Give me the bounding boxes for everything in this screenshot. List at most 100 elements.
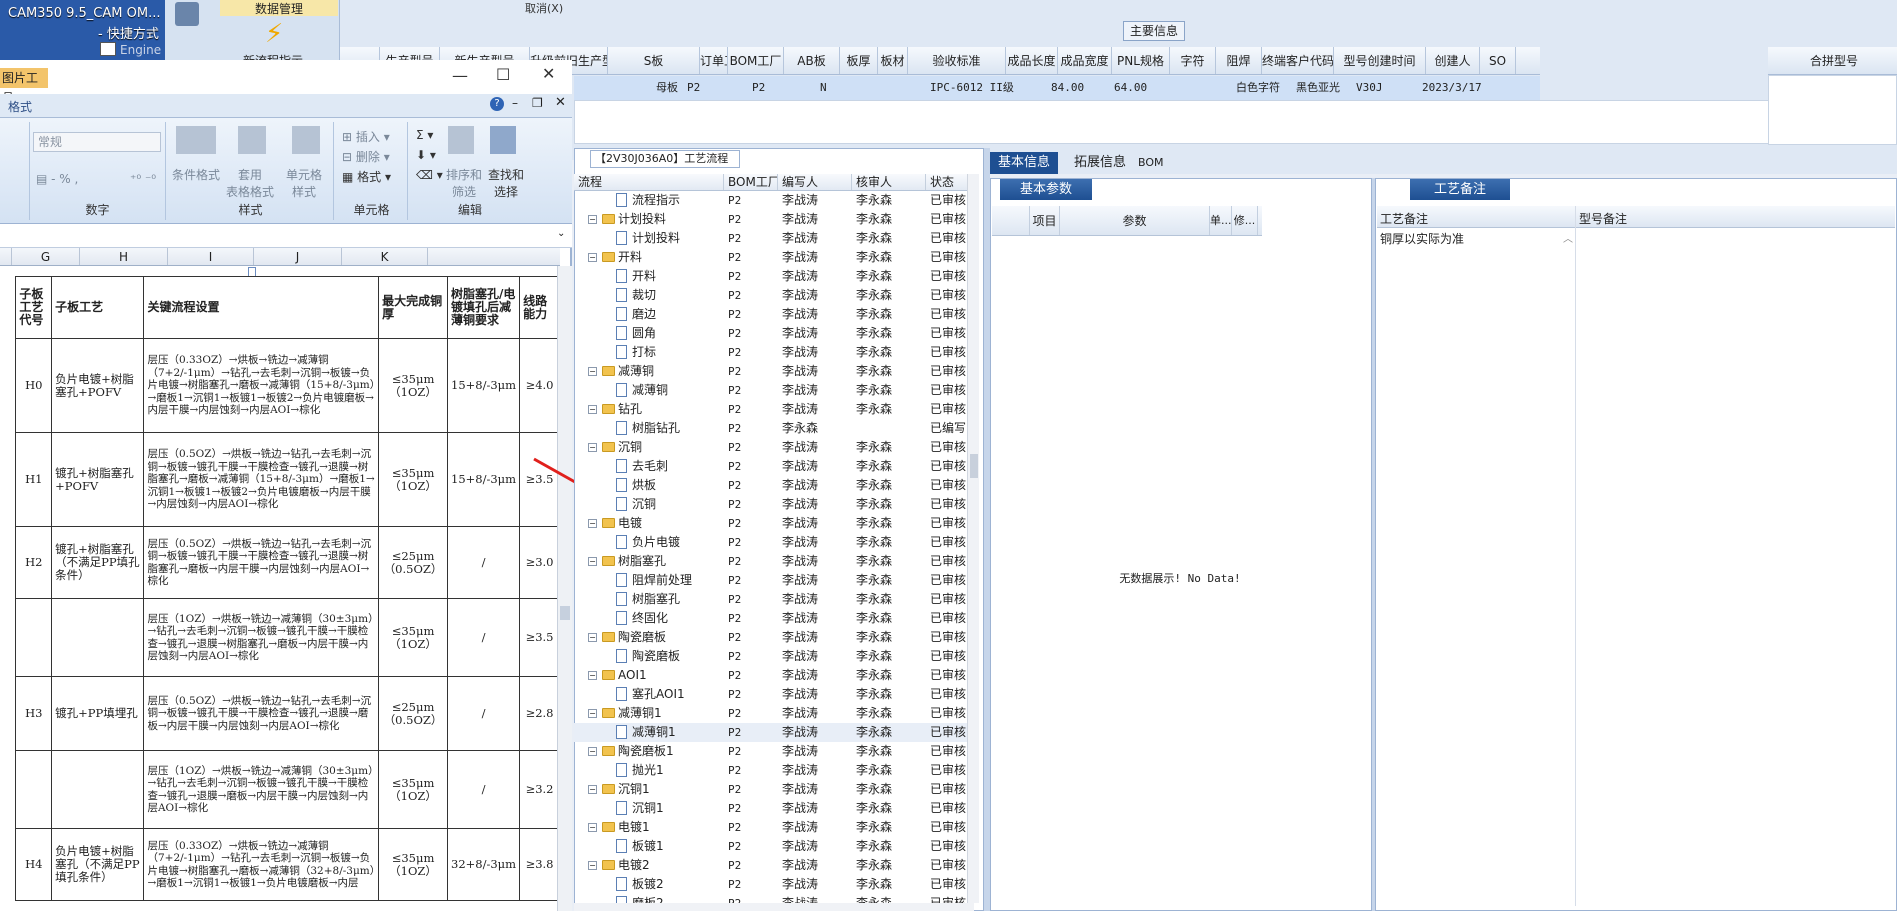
collapse-icon[interactable]: −	[588, 519, 597, 528]
main-cell-board[interactable]: 母板	[574, 76, 684, 100]
process-step-label[interactable]: 阻焊前处理	[632, 571, 692, 590]
process-row[interactable]: 流程指示 P2 李战涛 李永森 已审核	[574, 191, 974, 210]
spec-cell-flow[interactable]: 层压（0.5OZ）→烘板→铣边→钻孔→去毛刺→沉铜→板镀→镀孔干膜→干膜检查→镀…	[143, 526, 380, 599]
process-row[interactable]: 烘板 P2 李战涛 李永森 已审核	[574, 476, 974, 495]
spec-cell-req[interactable]: 32+8/-3μm	[447, 828, 521, 901]
spec-cell-line[interactable]: ≥2.8	[519, 676, 560, 751]
process-row[interactable]: − 电镀 P2 李战涛 李永森 已审核	[574, 514, 974, 533]
process-row[interactable]: 终固化 P2 李战涛 李永森 已审核	[574, 609, 974, 628]
insert-button[interactable]: ⊞ 插入 ▾	[342, 128, 390, 145]
craft-scroll-up-icon[interactable]: ︿	[1563, 230, 1573, 245]
spec-cell-cu[interactable]: ≤35μm（1OZ）	[378, 828, 449, 901]
process-row[interactable]: 磨边 P2 李战涛 李永森 已审核	[574, 305, 974, 324]
spec-cell-line[interactable]: ≥3.0	[519, 526, 560, 599]
process-step-label[interactable]: 沉铜	[618, 438, 642, 457]
process-row[interactable]: 塞孔AOI1 P2 李战涛 李永森 已审核	[574, 685, 974, 704]
collapse-icon[interactable]: −	[588, 405, 597, 414]
process-row[interactable]: − 减薄铜1 P2 李战涛 李永森 已审核	[574, 704, 974, 723]
minimize-icon[interactable]: —	[452, 66, 468, 85]
process-step-label[interactable]: 去毛刺	[632, 457, 668, 476]
main-col-12[interactable]: PNL规格	[1112, 47, 1170, 74]
cell-style-button[interactable]: 单元格 样式	[286, 166, 322, 200]
process-row[interactable]: − 计划投料 P2 李战涛 李永森 已审核	[574, 210, 974, 229]
ribbon-restore-icon[interactable]: ❐	[532, 96, 543, 110]
main-col-16[interactable]: 型号创建时间	[1334, 47, 1426, 74]
spec-header-4[interactable]: 树脂塞孔/电镀填孔后减薄铜要求	[447, 276, 521, 339]
process-row[interactable]: 负片电镀 P2 李战涛 李永森 已审核	[574, 533, 974, 552]
craft-note-row[interactable]: 铜厚以实际为准 ︿	[1377, 206, 1895, 906]
process-step-label[interactable]: 板镀1	[632, 837, 664, 856]
main-cell-length[interactable]: 84.00	[1048, 76, 1111, 100]
main-col-7[interactable]: 板厚	[840, 47, 878, 74]
process-step-label[interactable]: 流程指示	[632, 191, 680, 210]
process-row[interactable]: − 陶瓷磨板 P2 李战涛 李永森 已审核	[574, 628, 974, 647]
spec-cell-cu[interactable]: ≤25μm（0.5OZ）	[378, 676, 449, 751]
spec-cell-flow[interactable]: 层压（0.33OZ）→烘板→铣边→减薄铜（7+2/-1μm）→钻孔→去毛刺→沉铜…	[143, 338, 380, 433]
find-icon[interactable]	[490, 126, 516, 154]
process-row[interactable]: 板镀1 P2 李战涛 李永森 已审核	[574, 837, 974, 856]
spec-cell-line[interactable]: ≥3.2	[519, 750, 560, 829]
excel-vscroll-thumb[interactable]	[560, 606, 570, 620]
col-head-H[interactable]: H	[80, 248, 168, 265]
process-step-label[interactable]: 减薄铜1	[618, 704, 662, 723]
spec-cell-code[interactable]: H2	[15, 526, 53, 599]
formula-bar[interactable]: ⌄	[0, 224, 572, 248]
process-row[interactable]: 沉铜 P2 李战涛 李永森 已审核	[574, 495, 974, 514]
format-button[interactable]: ▦ 格式 ▾	[342, 168, 391, 185]
cond-format-button[interactable]: 条件格式	[172, 166, 220, 183]
process-step-label[interactable]: 减薄铜1	[632, 723, 676, 742]
help-icon[interactable]: ?	[490, 97, 504, 111]
spec-cell-flow[interactable]: 层压（1OZ）→烘板→铣边→减薄铜（30±3μm）→钻孔→去毛刺→沉铜→板镀→镀…	[143, 598, 380, 677]
process-step-label[interactable]: 终固化	[632, 609, 668, 628]
collapse-icon[interactable]: −	[588, 633, 597, 642]
close-icon[interactable]: ✕	[542, 64, 555, 83]
main-col-9[interactable]: 验收标准	[908, 47, 1006, 74]
process-step-label[interactable]: 沉铜1	[618, 780, 650, 799]
spec-cell-code[interactable]: H4	[15, 828, 53, 901]
col-head-J[interactable]: J	[254, 248, 342, 265]
spec-cell-line[interactable]: ≥4.0	[519, 338, 560, 433]
spec-cell-cu[interactable]: ≤35μm（1OZ）	[378, 598, 449, 677]
spec-header-5[interactable]: 线路能力	[519, 276, 560, 339]
spec-header-0[interactable]: 子板工艺代号	[15, 276, 53, 339]
process-row[interactable]: 开料 P2 李战涛 李永森 已审核	[574, 267, 974, 286]
process-row[interactable]: 圆角 P2 李战涛 李永森 已审核	[574, 324, 974, 343]
excel-vscroll[interactable]	[557, 266, 572, 911]
craft-col-model-note[interactable]: 型号备注	[1579, 210, 1627, 227]
process-step-label[interactable]: 开料	[632, 267, 656, 286]
collapse-icon[interactable]: −	[588, 367, 597, 376]
process-step-label[interactable]: 计划投料	[618, 210, 666, 229]
basic-col-unit[interactable]: 单...	[1210, 206, 1232, 235]
collapse-icon[interactable]: −	[588, 253, 597, 262]
spec-cell-code[interactable]	[15, 750, 53, 829]
maximize-icon[interactable]: ☐	[496, 65, 510, 84]
spec-cell-req[interactable]: /	[447, 750, 521, 829]
spec-header-1[interactable]: 子板工艺	[51, 276, 145, 339]
process-row[interactable]: 去毛刺 P2 李战涛 李永森 已审核	[574, 457, 974, 476]
process-step-label[interactable]: 开料	[618, 248, 642, 267]
process-row[interactable]: 树脂塞孔 P2 李战涛 李永森 已审核	[574, 590, 974, 609]
table-format-button[interactable]: 套用 表格格式	[226, 166, 274, 200]
basic-params-tab[interactable]: 基本参数	[1000, 179, 1092, 200]
spec-cell-line[interactable]: ≥3.8	[519, 828, 560, 901]
tab-format[interactable]: 格式	[8, 98, 32, 115]
desktop-shortcut-label[interactable]: - 快捷方式	[98, 23, 159, 42]
spec-cell-flow[interactable]: 层压（0.33OZ）→烘板→铣边→减薄铜（7+2/-1μm）→钻孔→去毛刺→沉铜…	[143, 828, 380, 901]
spec-cell-code[interactable]	[15, 598, 53, 677]
process-step-label[interactable]: 电镀	[618, 514, 642, 533]
process-step-label[interactable]: 负片电镀	[632, 533, 680, 552]
ribbon-close-icon[interactable]: ✕	[555, 95, 566, 110]
process-row[interactable]: − 减薄铜 P2 李战涛 李永森 已审核	[574, 362, 974, 381]
process-row[interactable]: − 沉铜 P2 李战涛 李永森 已审核	[574, 438, 974, 457]
spec-cell-cu[interactable]: ≤35μm（1OZ）	[378, 750, 449, 829]
col-head-G[interactable]: G	[12, 248, 80, 265]
spec-cell-code[interactable]: H1	[15, 432, 53, 527]
main-cell-standard[interactable]: IPC-6012 II级	[927, 76, 1048, 100]
spec-cell-cu[interactable]: ≤25μm（0.5OZ）	[378, 526, 449, 599]
spec-cell-req[interactable]: 15+8/-3μm	[447, 432, 521, 527]
collapse-icon[interactable]: −	[588, 785, 597, 794]
collapse-icon[interactable]: −	[588, 443, 597, 452]
process-row[interactable]: − 沉铜1 P2 李战涛 李永森 已审核	[574, 780, 974, 799]
process-step-label[interactable]: 减薄铜	[632, 381, 668, 400]
process-step-label[interactable]: 板镀2	[632, 875, 664, 894]
